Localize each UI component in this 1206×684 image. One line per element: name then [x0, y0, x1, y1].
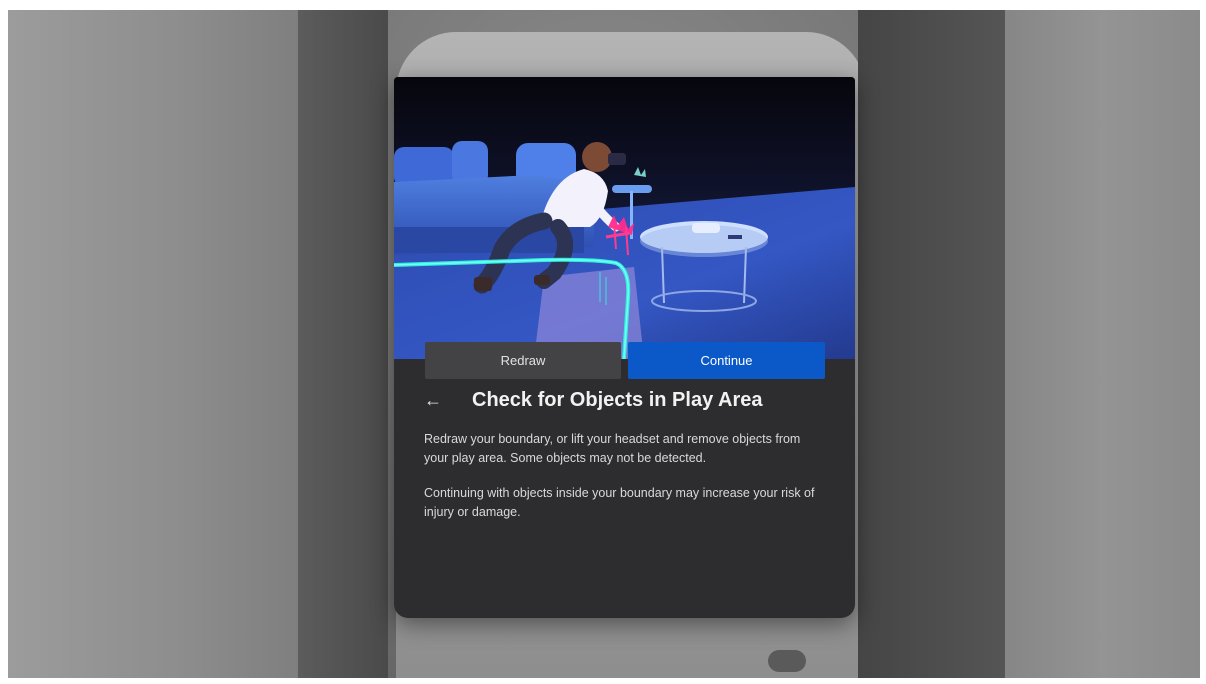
door-handle [768, 650, 806, 672]
arrow-left-icon[interactable]: ← [424, 390, 448, 410]
continue-button[interactable]: Continue [628, 342, 825, 379]
wall-right [1005, 10, 1200, 678]
redraw-button[interactable]: Redraw [425, 342, 621, 379]
dialog-warning: Continuing with objects inside your boun… [424, 486, 815, 519]
play-area-dialog: ← Check for Objects in Play Area Redraw … [394, 77, 855, 618]
dialog-description: Redraw your boundary, or lift your heads… [424, 432, 801, 465]
doorframe-left [298, 10, 388, 678]
play-area-illustration [394, 77, 855, 359]
doorframe-right [858, 10, 1006, 678]
dialog-title: Check for Objects in Play Area [472, 389, 763, 411]
wall-left [8, 10, 298, 678]
dialog-content: ← Check for Objects in Play Area Redraw … [394, 359, 855, 618]
